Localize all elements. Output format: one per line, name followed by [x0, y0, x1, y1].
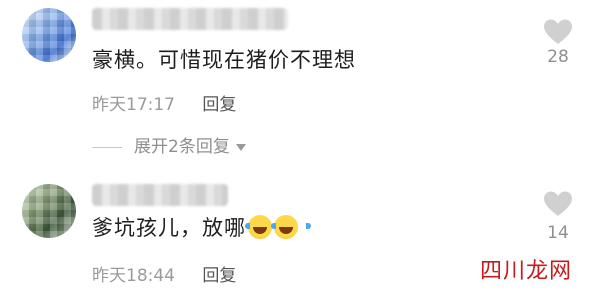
comment-time: 昨天17:17: [92, 95, 175, 115]
reply-button[interactable]: 回复: [202, 266, 236, 286]
like-count: 28: [547, 47, 569, 67]
laughing-tears-emoji-icon: [271, 215, 311, 239]
like-button[interactable]: 28: [538, 18, 578, 67]
expand-replies-label: 展开2条回复: [134, 137, 230, 157]
heart-icon: [544, 191, 572, 216]
chevron-down-icon: [235, 143, 246, 151]
avatar[interactable]: [22, 8, 76, 62]
comment-text: 爹坑孩儿，放哪: [92, 212, 311, 242]
laughing-tears-emoji-icon: [245, 215, 285, 239]
comment-time: 昨天18:44: [92, 266, 175, 286]
comment-item: 豪横。可惜现在猪价不理想 昨天17:17 回复 28 展开2条回复: [0, 0, 600, 160]
username-blurred[interactable]: [92, 8, 288, 30]
reply-button[interactable]: 回复: [202, 95, 236, 115]
like-button[interactable]: 14: [538, 190, 578, 243]
divider: [92, 146, 122, 148]
comment-text: 豪横。可惜现在猪价不理想: [92, 48, 356, 72]
username-blurred[interactable]: [92, 184, 228, 206]
like-count: 14: [547, 223, 569, 243]
avatar[interactable]: [22, 184, 76, 238]
comment-meta: 昨天18:44 回复: [92, 261, 236, 286]
expand-replies-button[interactable]: 展开2条回复: [92, 132, 246, 157]
comment-meta: 昨天17:17 回复: [92, 90, 236, 115]
site-watermark: 四川龙网: [475, 252, 576, 286]
heart-icon: [544, 19, 572, 44]
comment-text-content: 爹坑孩儿，放哪: [92, 216, 246, 240]
